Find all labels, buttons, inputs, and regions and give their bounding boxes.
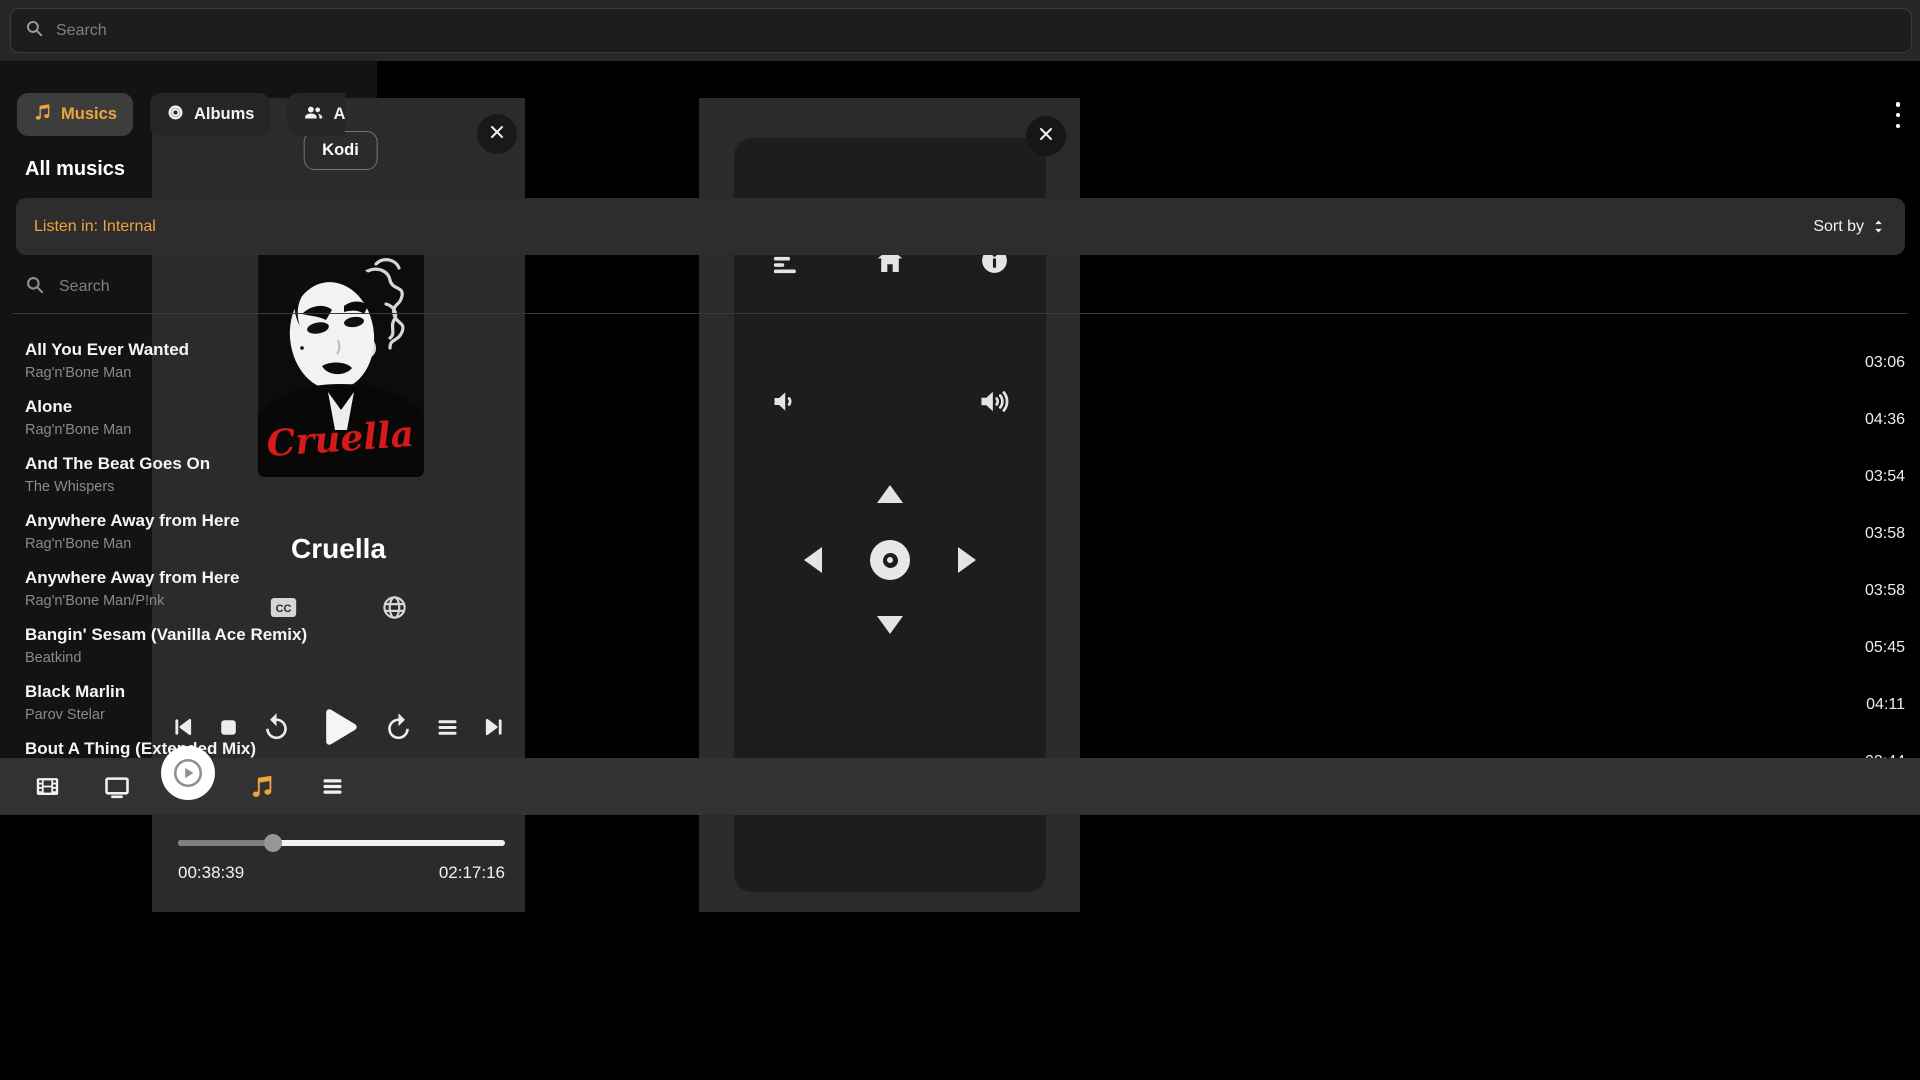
seek-slider[interactable] [178, 834, 505, 852]
nav-music[interactable] [234, 758, 290, 815]
close-button[interactable] [477, 114, 517, 154]
tv-shows-icon [103, 773, 131, 801]
nav-movies[interactable] [19, 758, 75, 815]
tab-label: Musics [61, 105, 117, 124]
play-circle-icon [171, 756, 205, 790]
listen-sort-bar: Listen in: Internal Sort by [16, 198, 377, 255]
seek-fill [178, 840, 273, 846]
song-artist: Parov Stelar [25, 706, 377, 724]
song-row[interactable]: All You Ever Wanted Rag'n'Bone Man 03:06 [0, 334, 377, 391]
tab-label: Artists [333, 105, 345, 124]
song-artist: Rag'n'Bone Man [25, 535, 377, 553]
tab-label: Albums [194, 105, 255, 124]
library-tabs: Musics Albums Artists [0, 93, 345, 136]
movies-icon [34, 773, 61, 800]
song-row[interactable]: Black Marlin Parov Stelar 04:11 [0, 676, 377, 733]
listen-in-button[interactable]: Listen in: Internal [34, 218, 156, 236]
close-button[interactable] [1026, 116, 1066, 156]
nav-menu[interactable] [304, 758, 360, 815]
album-disc-icon [166, 103, 185, 127]
tab-albums[interactable]: Albums [150, 93, 271, 136]
music-icon [249, 774, 275, 800]
song-title: Black Marlin [25, 682, 377, 702]
elapsed-time: 00:38:39 [178, 863, 244, 883]
list-search-box[interactable] [25, 272, 377, 302]
song-title: Alone [25, 397, 377, 417]
nav-tv-shows[interactable] [89, 758, 145, 815]
song-row[interactable]: Alone Rag'n'Bone Man 04:36 [0, 391, 377, 448]
list-search-input[interactable] [59, 278, 377, 296]
menu-icon [319, 773, 346, 800]
tab-musics[interactable]: Musics [17, 93, 133, 136]
song-artist: Rag'n'Bone Man [25, 364, 377, 382]
song-title: All You Ever Wanted [25, 340, 377, 360]
search-icon [25, 275, 45, 300]
total-time: 02:17:16 [439, 863, 505, 883]
song-artist: Rag'n'Bone Man [25, 421, 377, 439]
search-icon [25, 19, 44, 43]
song-row[interactable]: And The Beat Goes On The Whispers 03:54 [0, 448, 377, 505]
music-note-icon [33, 103, 52, 127]
song-row[interactable]: Bangin' Sesam (Vanilla Ace Remix) Beatki… [0, 619, 377, 676]
top-search-box[interactable] [10, 8, 377, 53]
song-artist: Rag'n'Bone Man/P!nk [25, 592, 377, 610]
song-title: And The Beat Goes On [25, 454, 377, 474]
section-heading: All musics [25, 158, 125, 181]
seek-thumb[interactable] [264, 834, 282, 852]
top-search-input[interactable] [56, 22, 377, 40]
media-center-chip[interactable]: Kodi [303, 131, 378, 170]
close-icon [487, 122, 507, 147]
song-artist: Beatkind [25, 649, 377, 667]
song-row[interactable]: Anywhere Away from Here Rag'n'Bone Man 0… [0, 505, 377, 562]
divider [13, 313, 377, 314]
music-library-panel: Musics Albums Artists [0, 0, 377, 815]
library-header [0, 0, 377, 61]
song-row[interactable]: Anywhere Away from Here Rag'n'Bone Man/P… [0, 562, 377, 619]
artists-group-icon [303, 102, 324, 128]
now-playing-fab[interactable] [161, 746, 215, 800]
song-title: Anywhere Away from Here [25, 568, 377, 588]
song-list: All You Ever Wanted Rag'n'Bone Man 03:06… [0, 334, 377, 790]
song-artist: The Whispers [25, 478, 377, 496]
song-title: Anywhere Away from Here [25, 511, 377, 531]
tab-artists[interactable]: Artists [287, 93, 345, 136]
song-title: Bangin' Sesam (Vanilla Ace Remix) [25, 625, 377, 645]
close-icon [1036, 124, 1056, 149]
